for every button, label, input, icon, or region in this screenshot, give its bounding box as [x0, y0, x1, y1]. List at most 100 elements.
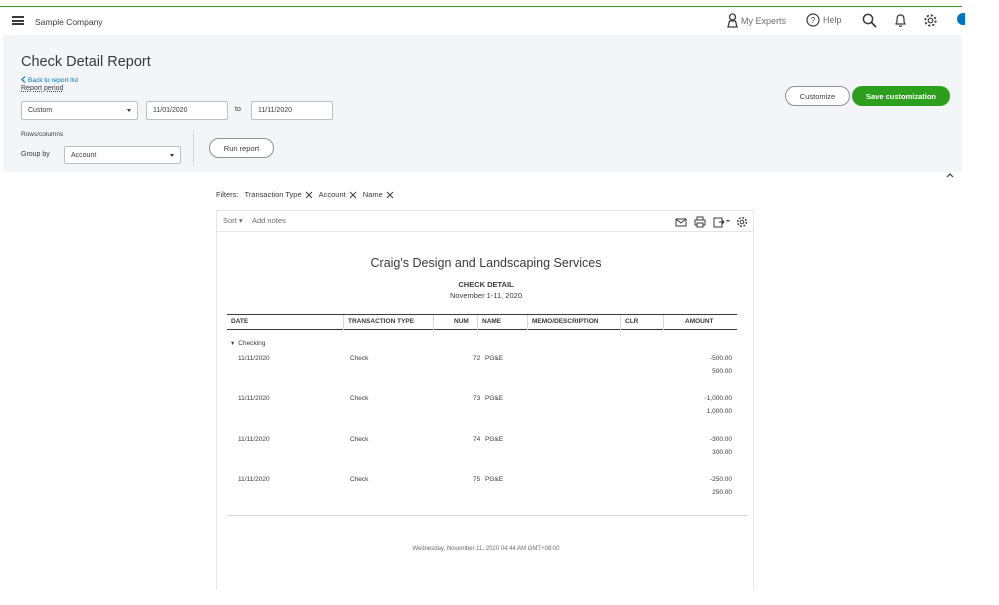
- group-row-checking[interactable]: ▾ Checking: [231, 339, 266, 348]
- report-period-label: Report period: [21, 85, 64, 92]
- hamburger-menu-icon[interactable]: [12, 16, 24, 25]
- export-icon[interactable]: [713, 215, 730, 233]
- company-name: Sample Company: [35, 17, 103, 27]
- search-button[interactable]: [862, 13, 877, 28]
- report-timestamp: Wednesday, November 11, 2020 04:44 AM GM…: [412, 546, 560, 552]
- help-label: Help: [823, 15, 842, 25]
- to-label: to: [235, 106, 241, 113]
- column-divider: [343, 315, 344, 330]
- cell-date[interactable]: 11/11/2020: [238, 476, 270, 483]
- back-to-report-list-link[interactable]: Back to report list: [21, 76, 78, 85]
- collapse-caret-icon[interactable]: ▾: [231, 339, 234, 347]
- cell-date[interactable]: 11/11/2020: [238, 436, 270, 443]
- chevron-left-icon: [21, 76, 26, 85]
- report-name: CHECK DETAIL: [458, 280, 514, 289]
- cell-amount-offset[interactable]: 300.00: [712, 449, 732, 456]
- filter-chip-transaction-type[interactable]: Transaction Type: [245, 190, 313, 199]
- cell-date[interactable]: 11/11/2020: [238, 395, 270, 402]
- cell-amount[interactable]: -250.00: [710, 476, 732, 483]
- my-experts-button[interactable]: My Experts: [727, 13, 786, 28]
- gear-icon[interactable]: [736, 215, 748, 233]
- run-report-button[interactable]: Run report: [209, 138, 274, 158]
- cell-amount-offset[interactable]: 1,000.00: [707, 408, 732, 415]
- column-header-memo[interactable]: MEMO/DESCRIPTION: [532, 318, 598, 325]
- chevron-up-icon[interactable]: [945, 166, 955, 178]
- column-header-name[interactable]: NAME: [482, 318, 501, 325]
- column-divider: [477, 315, 478, 330]
- close-icon[interactable]: [305, 191, 313, 199]
- date-from-input[interactable]: 11/01/2020: [146, 101, 228, 120]
- sort-dropdown[interactable]: Sort ▾: [223, 216, 243, 225]
- report-period-select[interactable]: Custom: [21, 101, 138, 120]
- cell-name[interactable]: PG&E: [485, 355, 503, 362]
- column-header-num[interactable]: NUM: [454, 318, 469, 325]
- column-header-amount[interactable]: AMOUNT: [685, 318, 714, 325]
- cell-amount-offset[interactable]: 500.00: [712, 368, 732, 375]
- cell-amount[interactable]: -500.00: [710, 355, 732, 362]
- column-header-transaction-type[interactable]: TRANSACTION TYPE: [348, 318, 414, 325]
- date-from-value: 11/01/2020: [153, 107, 188, 114]
- cell-transaction-type[interactable]: Check: [350, 476, 368, 483]
- notifications-button[interactable]: [894, 13, 907, 28]
- cell-num[interactable]: 75: [473, 476, 480, 483]
- cell-transaction-type[interactable]: Check: [350, 436, 368, 443]
- date-to-input[interactable]: 11/11/2020: [251, 101, 333, 120]
- chevron-down-icon: [170, 153, 174, 157]
- cell-transaction-type[interactable]: Check: [350, 395, 368, 402]
- table-header: DATE TRANSACTION TYPE NUM NAME MEMO/DESC…: [227, 314, 737, 330]
- close-icon[interactable]: [349, 191, 357, 199]
- report-period-value: Custom: [28, 107, 53, 114]
- filter-chip-account[interactable]: Account: [319, 190, 357, 199]
- filters-label: Filters:: [216, 190, 239, 199]
- column-divider: [620, 315, 621, 330]
- person-icon: [727, 13, 738, 28]
- add-notes-link[interactable]: Add notes: [252, 216, 286, 225]
- cell-name[interactable]: PG&E: [485, 436, 503, 443]
- help-icon: ?: [806, 13, 820, 27]
- cell-date[interactable]: 11/11/2020: [238, 355, 270, 362]
- chevron-down-icon: [127, 109, 131, 112]
- report-sheet: Sort ▾ Add notes Craig's Design and Land…: [216, 210, 754, 590]
- bell-icon: [894, 13, 907, 28]
- column-divider: [433, 315, 434, 330]
- cell-amount-offset[interactable]: 250.00: [712, 489, 732, 496]
- settings-button[interactable]: [923, 13, 938, 28]
- cell-num[interactable]: 74: [473, 436, 480, 443]
- cell-amount[interactable]: -1,000.00: [705, 395, 732, 402]
- group-label: Checking: [238, 339, 266, 347]
- help-button[interactable]: ? Help: [806, 13, 842, 27]
- rows-columns-label: Rows/columns: [21, 131, 64, 138]
- column-header-clr[interactable]: CLR: [625, 318, 638, 325]
- print-icon[interactable]: [694, 215, 706, 233]
- cell-name[interactable]: PG&E: [485, 476, 503, 483]
- filter-chip-label: Name: [362, 190, 383, 199]
- filter-chip-name[interactable]: Name: [363, 190, 394, 199]
- footer-divider: [227, 515, 747, 516]
- cell-name[interactable]: PG&E: [485, 395, 503, 402]
- cell-num[interactable]: 73: [473, 395, 480, 402]
- sort-label: Sort: [223, 216, 237, 225]
- assistant-icon[interactable]: [957, 13, 965, 25]
- filter-chip-label: Account: [318, 190, 346, 199]
- column-header-date[interactable]: DATE: [231, 318, 248, 325]
- column-divider: [663, 315, 664, 330]
- filters-bar: Filters: Transaction Type Account Name: [216, 190, 394, 199]
- report-date-range: November 1-11, 2020: [450, 291, 522, 300]
- gear-icon: [923, 13, 938, 28]
- close-icon[interactable]: [386, 191, 394, 199]
- cell-num[interactable]: 72: [473, 355, 480, 362]
- column-divider: [527, 315, 528, 330]
- cell-amount[interactable]: -300.00: [710, 436, 732, 443]
- customize-button[interactable]: Customize: [785, 86, 850, 106]
- group-by-select[interactable]: Account: [64, 146, 181, 164]
- page-title: Check Detail Report: [21, 54, 151, 70]
- report-company-name: Craig's Design and Landscaping Services: [370, 256, 602, 270]
- email-icon[interactable]: [675, 215, 687, 233]
- group-by-value: Account: [71, 151, 97, 159]
- svg-text:?: ?: [811, 16, 816, 25]
- report-toolbar: Sort ▾ Add notes: [217, 211, 753, 232]
- date-to-value: 11/11/2020: [258, 107, 292, 114]
- save-customization-button[interactable]: Save customization: [852, 86, 950, 106]
- top-bar: Sample Company My Experts ? Help: [0, 7, 962, 35]
- cell-transaction-type[interactable]: Check: [350, 355, 368, 362]
